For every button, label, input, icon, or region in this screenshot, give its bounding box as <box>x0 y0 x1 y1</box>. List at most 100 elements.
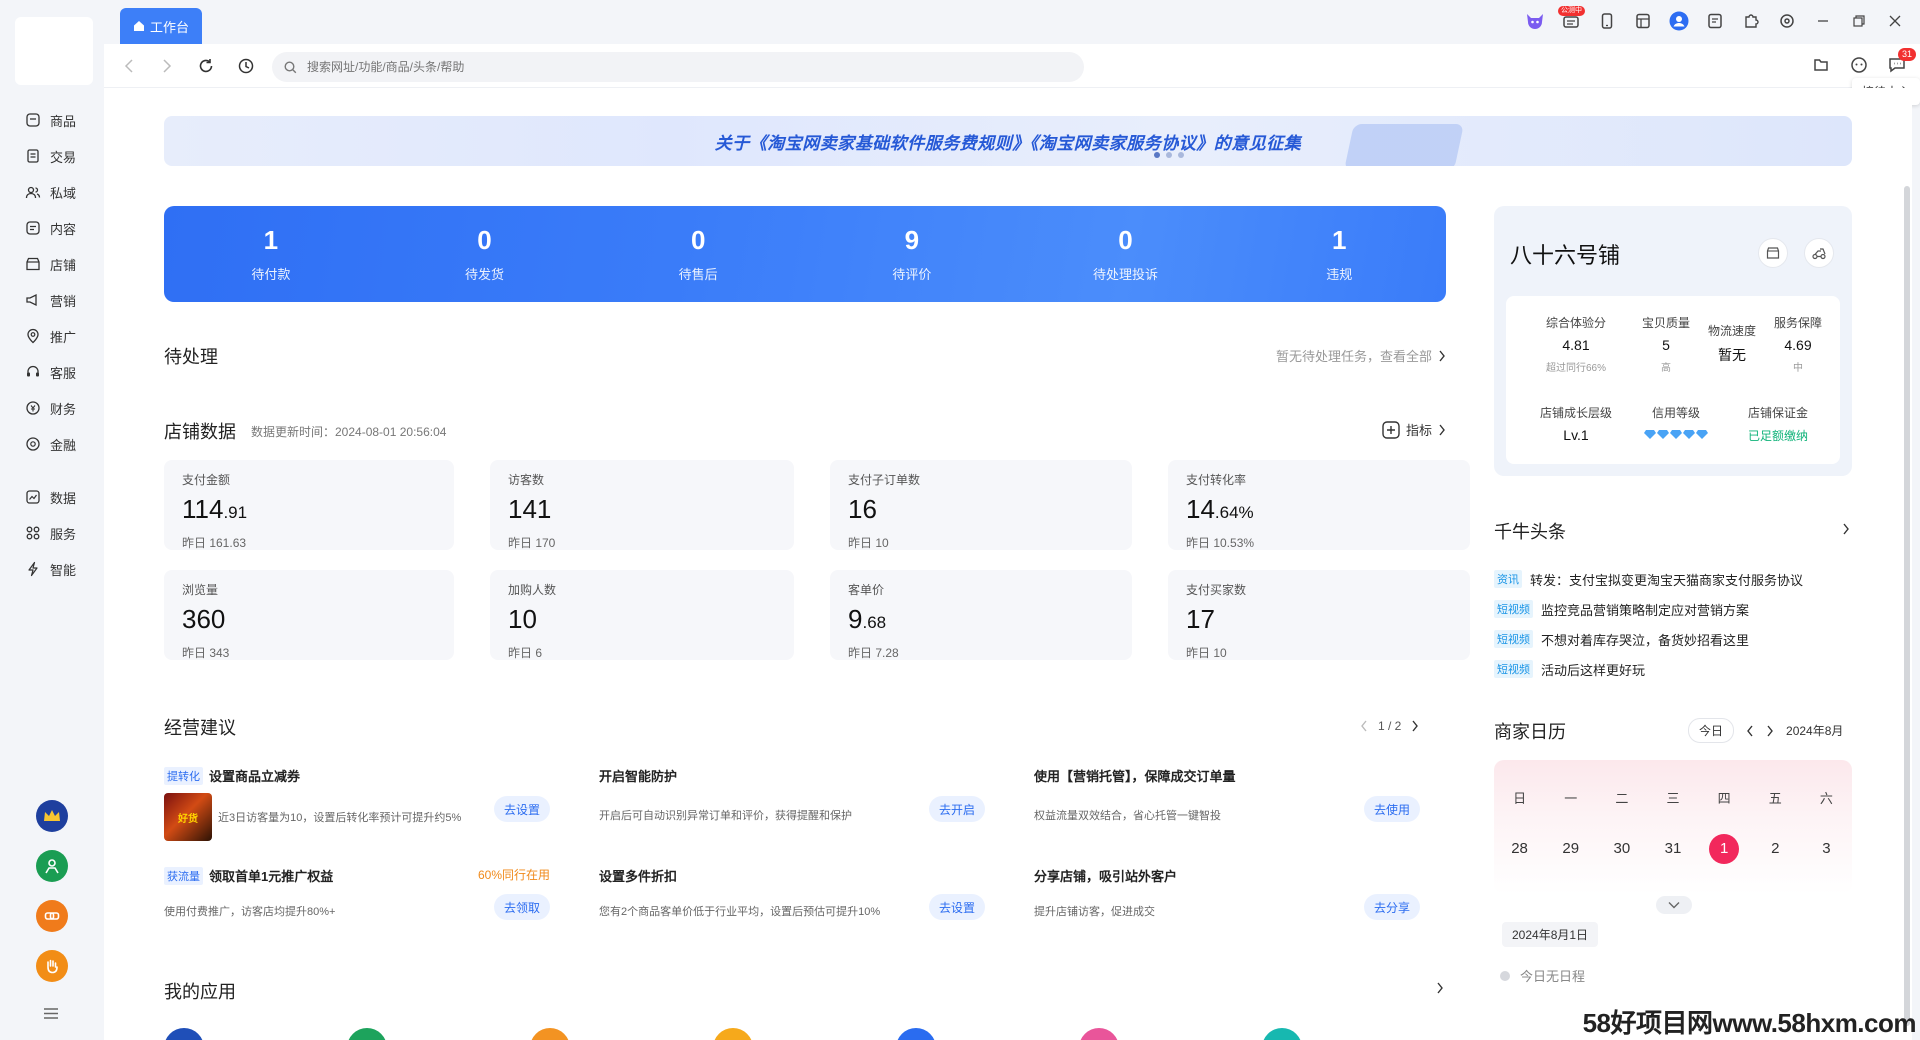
sidebar-item-promotion[interactable]: 推广 <box>0 318 104 354</box>
score-service[interactable]: 服务保障 4.69 中 <box>1768 314 1828 374</box>
news-item[interactable]: 短视频 监控竞品营销策略制定应对营销方案 <box>1494 594 1852 624</box>
banner-dot[interactable] <box>1178 152 1184 158</box>
delivery-icon[interactable] <box>1804 238 1834 268</box>
score-product-quality[interactable]: 宝贝质量 5 高 <box>1636 314 1696 374</box>
stat-pending-payment[interactable]: 1 待付款 <box>164 206 378 302</box>
announcement-banner[interactable]: 关于《淘宝网卖家基础软件服务费规则》《淘宝网卖家服务协议》的意见征集 <box>164 116 1852 166</box>
message-icon[interactable]: 31 <box>1886 48 1916 76</box>
chevron-right-icon[interactable] <box>1842 523 1850 535</box>
sidebar-item-store[interactable]: 店铺 <box>0 246 104 282</box>
sidebar-item-marketing[interactable]: 营销 <box>0 282 104 318</box>
search-input[interactable] <box>307 60 907 74</box>
search-box[interactable] <box>272 52 1084 82</box>
calendar-day[interactable]: 31 <box>1647 834 1698 864</box>
folder-icon[interactable] <box>1810 54 1832 76</box>
store-front-icon[interactable] <box>1758 238 1788 268</box>
app-icon[interactable] <box>164 1028 204 1040</box>
calendar-expand-button[interactable] <box>1656 896 1692 914</box>
phone-icon[interactable] <box>1596 10 1618 32</box>
stat-pending-shipment[interactable]: 0 待发货 <box>378 206 592 302</box>
metric-card[interactable]: 浏览量 360 昨日 343 <box>164 570 454 660</box>
hand-app-icon[interactable] <box>36 950 68 982</box>
notes-icon[interactable] <box>1704 10 1726 32</box>
chat-bot-icon[interactable] <box>1848 54 1870 76</box>
calendar-day[interactable]: 28 <box>1494 834 1545 864</box>
app-icon[interactable] <box>1262 1028 1302 1040</box>
calendar-day[interactable]: 30 <box>1596 834 1647 864</box>
news-item[interactable]: 资讯 转发：支付宝拟变更淘宝天猫商家支付服务协议 <box>1494 564 1852 594</box>
metric-card[interactable]: 支付转化率 14.64% 昨日 10.53% <box>1168 460 1470 550</box>
tab-workbench[interactable]: 工作台 <box>120 8 202 44</box>
chevron-right-icon[interactable] <box>1436 982 1444 994</box>
settings-icon[interactable] <box>1776 10 1798 32</box>
metric-card[interactable]: 访客数 141 昨日 170 <box>490 460 794 550</box>
metric-card[interactable]: 支付买家数 17 昨日 10 <box>1168 570 1470 660</box>
stat-violations[interactable]: 1 违规 <box>1232 206 1446 302</box>
mascot-icon[interactable] <box>1524 10 1546 32</box>
menu-icon[interactable] <box>44 1008 58 1019</box>
sidebar-item-customer-service[interactable]: 客服 <box>0 354 104 390</box>
metrics-link[interactable]: 指标 <box>1382 420 1446 439</box>
close-icon[interactable] <box>1884 10 1906 32</box>
banner-dot[interactable] <box>1154 152 1160 158</box>
calendar-day[interactable]: 2 <box>1750 834 1801 864</box>
refresh-button[interactable] <box>195 55 217 77</box>
scrollbar[interactable] <box>1904 186 1910 1026</box>
chevron-left-icon[interactable] <box>1746 725 1754 737</box>
person-app-icon[interactable] <box>36 850 68 882</box>
suggestion-action-button[interactable]: 去使用 <box>1364 796 1420 822</box>
news-item[interactable]: 短视频 不想对着库存哭泣，备货妙招看这里 <box>1494 624 1852 654</box>
link-app-icon[interactable] <box>36 900 68 932</box>
app-icon[interactable] <box>896 1028 936 1040</box>
forward-button[interactable] <box>156 55 178 77</box>
sidebar-item-data[interactable]: 数据 <box>0 479 104 515</box>
plugin-icon[interactable] <box>1740 10 1762 32</box>
minimize-icon[interactable] <box>1812 10 1834 32</box>
back-button[interactable] <box>118 55 140 77</box>
history-button[interactable] <box>235 55 257 77</box>
level-deposit[interactable]: 店铺保证金 已足额缴纳 <box>1728 404 1828 444</box>
calendar-day[interactable]: 3 <box>1801 834 1852 864</box>
sidebar-item-ai[interactable]: 智能 <box>0 551 104 587</box>
stat-after-sale[interactable]: 0 待售后 <box>591 206 805 302</box>
sidebar-item-money[interactable]: 金融 <box>0 426 104 462</box>
metric-card[interactable]: 支付金额 114.91 昨日 161.63 <box>164 460 454 550</box>
store-logo[interactable] <box>15 17 93 85</box>
sidebar-item-service[interactable]: 服务 <box>0 515 104 551</box>
pending-view-all-link[interactable]: 暂无待处理任务，查看全部 <box>1276 346 1446 365</box>
sidebar-item-content[interactable]: 内容 <box>0 210 104 246</box>
today-button[interactable]: 今日 <box>1688 718 1735 743</box>
tablet-icon[interactable] <box>1632 10 1654 32</box>
app-icon[interactable] <box>1079 1028 1119 1040</box>
score-overall[interactable]: 综合体验分 4.81 超过同行66% <box>1526 314 1626 374</box>
news-item[interactable]: 短视频 活动后这样更好玩 <box>1494 654 1852 684</box>
avatar-icon[interactable] <box>1668 10 1690 32</box>
chevron-left-icon[interactable] <box>1360 720 1368 732</box>
suggestion-action-button[interactable]: 去领取 <box>494 894 550 920</box>
sidebar-item-trade[interactable]: 交易 <box>0 138 104 174</box>
stat-complaints[interactable]: 0 待处理投诉 <box>1019 206 1233 302</box>
chevron-right-icon[interactable] <box>1411 720 1419 732</box>
stat-pending-review[interactable]: 9 待评价 <box>805 206 1019 302</box>
metric-card[interactable]: 加购人数 10 昨日 6 <box>490 570 794 660</box>
chevron-right-icon[interactable] <box>1766 725 1774 737</box>
public-beta-icon[interactable]: 公测中 <box>1558 6 1585 32</box>
suggestion-action-button[interactable]: 去开启 <box>929 796 985 822</box>
calendar-day-today[interactable]: 1 <box>1699 834 1750 864</box>
crown-app-icon[interactable] <box>36 800 68 832</box>
sidebar-item-finance[interactable]: 财务 <box>0 390 104 426</box>
suggestion-action-button[interactable]: 去分享 <box>1364 894 1420 920</box>
metric-card[interactable]: 客单价 9.68 昨日 7.28 <box>830 570 1132 660</box>
calendar-day[interactable]: 29 <box>1545 834 1596 864</box>
suggestion-action-button[interactable]: 去设置 <box>494 796 550 822</box>
metric-card[interactable]: 支付子订单数 16 昨日 10 <box>830 460 1132 550</box>
sidebar-item-private-domain[interactable]: 私域 <box>0 174 104 210</box>
app-icon[interactable] <box>713 1028 753 1040</box>
app-icon[interactable] <box>347 1028 387 1040</box>
restore-icon[interactable] <box>1848 10 1870 32</box>
app-icon[interactable] <box>530 1028 570 1040</box>
suggestion-action-button[interactable]: 去设置 <box>929 894 985 920</box>
sidebar-item-goods[interactable]: 商品 <box>0 102 104 138</box>
banner-dot[interactable] <box>1166 152 1172 158</box>
level-credit[interactable]: 信用等级 <box>1626 404 1726 439</box>
